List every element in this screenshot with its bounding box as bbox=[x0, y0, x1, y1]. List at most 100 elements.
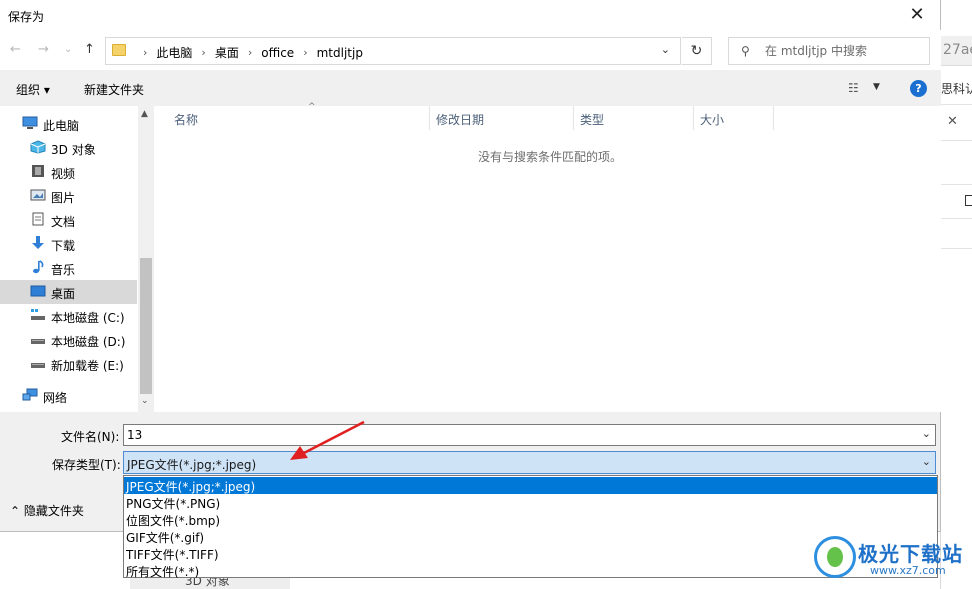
filename-input[interactable] bbox=[127, 427, 907, 443]
sidebar-item-label: 视频 bbox=[51, 167, 76, 181]
title-bar: 保存为 ✕ bbox=[0, 0, 940, 30]
watermark-logo-icon bbox=[814, 536, 856, 578]
document-icon bbox=[32, 212, 44, 226]
background-window: 27ae 思科认 ✕ bbox=[940, 0, 972, 589]
breadcrumb-separator: › bbox=[143, 46, 148, 59]
back-arrow-icon[interactable]: ← bbox=[10, 42, 21, 57]
checkbox-icon bbox=[965, 195, 972, 206]
breadcrumb-separator: › bbox=[247, 46, 253, 59]
background-close-icon: ✕ bbox=[947, 114, 958, 129]
refresh-icon[interactable]: ↻ bbox=[682, 37, 712, 65]
scrollbar-thumb[interactable] bbox=[140, 258, 152, 394]
sidebar-item-this-pc[interactable]: 此电脑 bbox=[0, 112, 137, 136]
sidebar-item-label: 音乐 bbox=[51, 263, 76, 277]
sidebar-item-label: 图片 bbox=[51, 191, 76, 205]
column-header-label: 修改日期 bbox=[436, 113, 485, 127]
divider bbox=[941, 104, 972, 105]
address-row: ← → ⌄ ↑ › 此电脑 › 桌面 › office › mtdljtjp ⌄… bbox=[0, 30, 941, 70]
address-bar[interactable]: › 此电脑 › 桌面 › office › mtdljtjp ⌄ bbox=[105, 37, 681, 65]
toolbar: 组织 ▾ 新建文件夹 ☷ ▼ ? bbox=[0, 70, 941, 106]
scroll-down-icon[interactable]: ⌄ bbox=[141, 396, 149, 406]
breadcrumb-item-mtdljtjp[interactable]: mtdljtjp bbox=[317, 46, 363, 60]
cube-icon bbox=[30, 140, 46, 154]
desktop-icon bbox=[30, 285, 46, 297]
sidebar-item-label: 网络 bbox=[43, 391, 68, 405]
column-header-label: 类型 bbox=[580, 113, 605, 127]
sidebar-item-drive-c[interactable]: 本地磁盘 (C:) bbox=[0, 304, 137, 328]
forward-arrow-icon[interactable]: → bbox=[38, 42, 49, 57]
search-icon: ⚲ bbox=[741, 44, 750, 58]
column-header-type[interactable]: 类型 bbox=[574, 106, 694, 130]
option-bmp[interactable]: 位图文件(*.bmp) bbox=[124, 511, 937, 528]
sidebar-item-label: 此电脑 bbox=[43, 119, 80, 133]
column-header-date[interactable]: 修改日期 bbox=[430, 106, 574, 130]
picture-icon bbox=[30, 189, 46, 201]
search-input[interactable] bbox=[765, 42, 925, 60]
help-icon[interactable]: ? bbox=[910, 80, 927, 97]
sidebar-item-label: 下载 bbox=[51, 239, 76, 253]
sidebar-item-documents[interactable]: 文档 bbox=[0, 208, 137, 232]
breadcrumb-separator: › bbox=[303, 46, 308, 59]
sidebar-item-label: 文档 bbox=[51, 215, 76, 229]
film-icon bbox=[32, 165, 44, 177]
column-header-name[interactable]: 名称 ^ bbox=[168, 102, 430, 130]
chevron-down-icon[interactable]: ⌄ bbox=[922, 455, 931, 468]
hide-folders-button[interactable]: ⌃ 隐藏文件夹 bbox=[10, 502, 84, 519]
sidebar-item-label: 桌面 bbox=[51, 287, 76, 301]
background-window-text: 3D 对象 bbox=[185, 578, 230, 588]
empty-message: 没有与搜索条件匹配的项。 bbox=[478, 150, 623, 164]
chevron-down-icon[interactable]: ⌄ bbox=[661, 43, 670, 56]
background-tab: 27ae bbox=[941, 36, 972, 66]
up-arrow-icon[interactable]: ↑ bbox=[84, 42, 95, 57]
breadcrumb-item-desktop[interactable]: 桌面 bbox=[215, 44, 239, 61]
option-jpeg[interactable]: JPEG文件(*.jpg;*.jpeg) bbox=[124, 477, 937, 494]
organize-button[interactable]: 组织 ▾ bbox=[16, 81, 50, 98]
download-icon bbox=[32, 236, 44, 249]
watermark-url: www.xz7.com bbox=[870, 564, 946, 577]
sidebar-item-videos[interactable]: 视频 bbox=[0, 160, 137, 184]
annotation-arrow-icon bbox=[290, 420, 365, 460]
filename-label: 文件名(N): bbox=[61, 430, 120, 444]
chevron-down-icon[interactable]: ⌄ bbox=[922, 427, 931, 440]
close-icon[interactable]: ✕ bbox=[894, 0, 940, 30]
browser-area: 此电脑 3D 对象 视频 图片 文档 下载 音乐 桌面 本地磁盘 (C:) 本地… bbox=[0, 102, 941, 412]
search-box[interactable]: ⚲ bbox=[728, 37, 930, 65]
new-folder-button[interactable]: 新建文件夹 bbox=[84, 81, 144, 98]
sidebar-item-drive-d[interactable]: 本地磁盘 (D:) bbox=[0, 328, 137, 352]
sidebar-item-label: 新加载卷 (E:) bbox=[51, 359, 124, 373]
sidebar-item-label: 本地磁盘 (D:) bbox=[51, 335, 126, 349]
sidebar-item-label: 本地磁盘 (C:) bbox=[51, 311, 125, 325]
breadcrumb-item-this-pc[interactable]: 此电脑 bbox=[156, 44, 192, 61]
drive-icon bbox=[31, 339, 45, 344]
sort-ascending-icon: ^ bbox=[308, 102, 316, 112]
scroll-up-icon[interactable]: ▲ bbox=[141, 109, 148, 119]
sidebar-item-desktop[interactable]: 桌面 bbox=[0, 280, 137, 304]
divider bbox=[941, 218, 972, 219]
watermark-title: 极光下载站 bbox=[858, 542, 963, 566]
view-options-icon[interactable]: ☷ bbox=[848, 81, 859, 95]
breadcrumb: › 此电脑 › 桌面 › office › mtdljtjp bbox=[134, 44, 363, 61]
sidebar-item-3d-objects[interactable]: 3D 对象 bbox=[0, 136, 137, 160]
drive-icon bbox=[31, 309, 45, 320]
background-window-strip: 3D 对象 bbox=[130, 578, 290, 589]
recent-locations-icon[interactable]: ⌄ bbox=[64, 44, 72, 55]
drive-icon bbox=[31, 363, 45, 368]
view-dropdown-icon[interactable]: ▼ bbox=[873, 82, 880, 92]
folder-icon bbox=[112, 44, 126, 56]
sidebar-item-drive-e[interactable]: 新加载卷 (E:) bbox=[0, 352, 137, 376]
column-header-size[interactable]: 大小 bbox=[694, 106, 774, 130]
option-png[interactable]: PNG文件(*.PNG) bbox=[124, 494, 937, 511]
filetype-selected-value: JPEG文件(*.jpg;*.jpeg) bbox=[127, 458, 257, 472]
filetype-select[interactable]: JPEG文件(*.jpg;*.jpeg) ⌄ bbox=[123, 451, 936, 474]
save-as-dialog: 保存为 ✕ ← → ⌄ ↑ › 此电脑 › 桌面 › office › mtdl… bbox=[0, 0, 941, 532]
sidebar-item-pictures[interactable]: 图片 bbox=[0, 184, 137, 208]
file-list: 名称 ^ 修改日期 类型 大小 没有与搜索条件匹配的项。 bbox=[156, 102, 941, 412]
sidebar-item-network[interactable]: 网络 bbox=[0, 384, 137, 408]
network-icon bbox=[22, 388, 38, 401]
sidebar-item-music[interactable]: 音乐 bbox=[0, 256, 137, 280]
sidebar-item-downloads[interactable]: 下载 bbox=[0, 232, 137, 256]
filename-field[interactable]: ⌄ bbox=[123, 424, 936, 446]
breadcrumb-item-office[interactable]: office bbox=[261, 46, 294, 60]
sidebar-scrollbar[interactable]: ▲ ⌄ bbox=[138, 106, 154, 412]
navigation-pane: 此电脑 3D 对象 视频 图片 文档 下载 音乐 桌面 本地磁盘 (C:) 本地… bbox=[0, 106, 138, 412]
